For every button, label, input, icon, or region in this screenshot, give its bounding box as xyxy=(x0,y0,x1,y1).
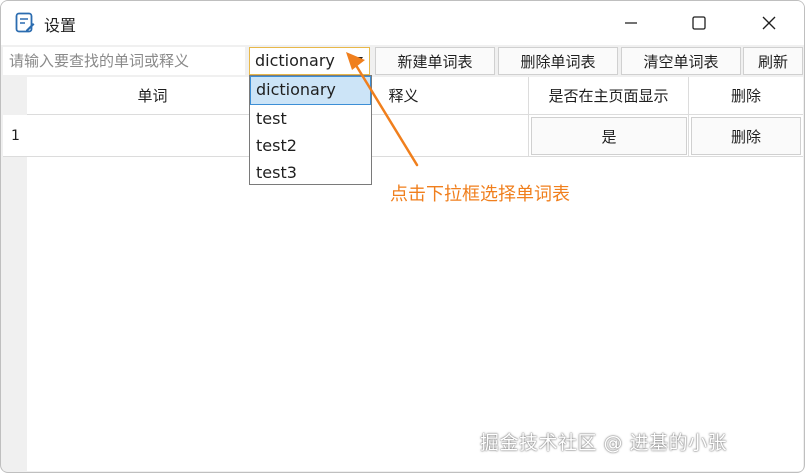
annotation-text: 点击下拉框选择单词表 xyxy=(390,184,570,205)
maximize-button[interactable] xyxy=(669,1,729,45)
wordlist-dropdown-list: dictionary test test2 test3 xyxy=(249,75,372,185)
show-on-main-button[interactable]: 是 xyxy=(531,117,687,155)
close-button[interactable] xyxy=(739,1,799,45)
watermark: 掘金技术社区 @ 进基的小张 xyxy=(480,432,728,454)
word-table: 单词 释义 是否在主页面显示 删除 1 是 删除 xyxy=(3,77,803,471)
minimize-button[interactable] xyxy=(601,1,661,45)
row-number[interactable]: 1 xyxy=(3,115,27,157)
dropdown-arrow-icon xyxy=(353,57,363,64)
column-header-word[interactable]: 单词 xyxy=(27,77,279,115)
title-bar: 设置 xyxy=(1,1,804,45)
dropdown-option-dictionary[interactable]: dictionary xyxy=(250,76,371,105)
new-wordlist-button[interactable]: 新建单词表 xyxy=(375,47,495,75)
dropdown-option-test3[interactable]: test3 xyxy=(250,159,371,186)
clear-wordlist-button[interactable]: 清空单词表 xyxy=(621,47,741,75)
dropdown-option-test[interactable]: test xyxy=(250,105,371,132)
delete-row-button[interactable]: 删除 xyxy=(691,117,801,155)
settings-window: 设置 dictionary 新建单词表 删除单词表 清空 xyxy=(0,0,805,473)
close-icon xyxy=(762,16,776,30)
dropdown-option-test2[interactable]: test2 xyxy=(250,132,371,159)
minimize-icon xyxy=(625,22,637,24)
notepad-edit-icon xyxy=(15,12,35,33)
delete-wordlist-button[interactable]: 删除单词表 xyxy=(498,47,618,75)
column-header-delete[interactable]: 删除 xyxy=(689,77,803,115)
refresh-button[interactable]: 刷新 xyxy=(743,47,803,75)
table-cell-word[interactable] xyxy=(27,115,279,157)
combo-value: dictionary xyxy=(255,51,335,70)
toolbar: dictionary 新建单词表 删除单词表 清空单词表 刷新 xyxy=(1,46,804,76)
search-input[interactable] xyxy=(3,47,245,75)
maximize-icon xyxy=(692,16,706,30)
column-header-show-on-main[interactable]: 是否在主页面显示 xyxy=(529,77,689,115)
wordlist-combo[interactable]: dictionary xyxy=(249,47,370,75)
window-title: 设置 xyxy=(44,16,77,35)
